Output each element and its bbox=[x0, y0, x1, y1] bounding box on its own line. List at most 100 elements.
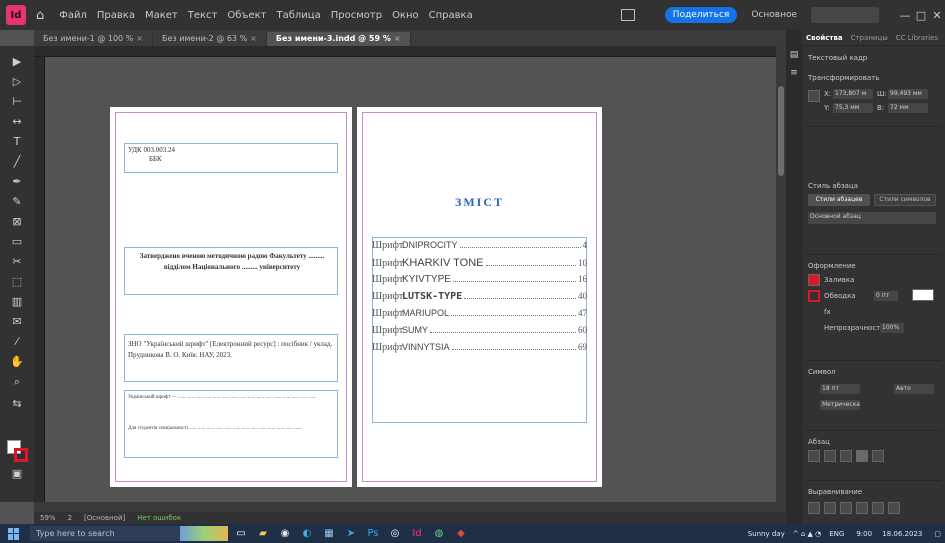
menu-table[interactable]: Таблица bbox=[272, 10, 326, 21]
tab-properties[interactable]: Свойства bbox=[802, 34, 847, 42]
udk-text-frame[interactable]: УДК 003.003.24 ББК bbox=[124, 143, 338, 173]
weather-widget[interactable]: Sunny day bbox=[744, 530, 789, 538]
hand-tool-icon[interactable]: ✋ bbox=[9, 354, 25, 370]
page-left[interactable]: УДК 003.003.24 ББК Затверджено вченою ме… bbox=[110, 107, 352, 487]
notifications-icon[interactable]: ▢ bbox=[930, 530, 945, 538]
selection-tool-icon[interactable]: ▶ bbox=[9, 54, 25, 70]
chrome-icon[interactable]: ◉ bbox=[276, 526, 294, 541]
workspace-switcher[interactable]: Основное bbox=[751, 10, 797, 20]
h-field[interactable]: 72 мм bbox=[888, 103, 928, 113]
toc-row[interactable]: Шрифт SUMY 60 bbox=[372, 325, 587, 337]
stroke-weight-field[interactable]: 0 пт bbox=[874, 291, 898, 301]
tab-cc-libraries[interactable]: CC Libraries bbox=[892, 34, 942, 42]
paragraph-styles-button[interactable]: Стили абзацев bbox=[808, 194, 870, 206]
toc-row[interactable]: Шрифт KHARKIV TONE 10 bbox=[372, 257, 587, 269]
close-icon[interactable]: × bbox=[136, 34, 143, 43]
page-number[interactable]: 2 bbox=[62, 514, 78, 522]
file-explorer-icon[interactable]: ▰ bbox=[254, 526, 272, 541]
screen-mode-icon[interactable]: ▣ bbox=[9, 466, 25, 482]
publish-button[interactable]: Поделиться bbox=[664, 7, 738, 23]
gap-tool-icon[interactable]: ↔ bbox=[9, 114, 25, 130]
justify-all-icon[interactable] bbox=[872, 450, 884, 462]
layers-panel-icon[interactable]: ≡ bbox=[789, 68, 799, 78]
language-indicator[interactable]: ENG bbox=[825, 530, 848, 538]
clock[interactable]: 9:00 18.06.2023 bbox=[848, 530, 930, 538]
close-icon[interactable]: ✕ bbox=[929, 9, 945, 22]
windows-start-icon[interactable] bbox=[8, 527, 20, 540]
align-objects-top-icon[interactable] bbox=[856, 502, 868, 514]
zoom-tool-icon[interactable]: ⌕ bbox=[9, 374, 25, 390]
pen-tool-icon[interactable]: ✒ bbox=[9, 174, 25, 190]
line-tool-icon[interactable]: ╱ bbox=[9, 154, 25, 170]
stroke-type-swatch[interactable] bbox=[912, 289, 934, 301]
stroke-color-swatch[interactable] bbox=[808, 290, 820, 302]
chat-icon[interactable]: ◍ bbox=[430, 526, 448, 541]
toc-row[interactable]: Шрифт DNIPROCITY 4 bbox=[372, 240, 587, 252]
horizontal-scrollbar[interactable] bbox=[34, 502, 786, 512]
telegram-icon[interactable]: ➤ bbox=[342, 526, 360, 541]
minimize-icon[interactable]: — bbox=[897, 9, 913, 22]
align-left-icon[interactable] bbox=[808, 450, 820, 462]
eyedropper-tool-icon[interactable]: ⁄ bbox=[9, 334, 25, 350]
abstract-text-frame[interactable]: Український шрифт — ...... ...... ......… bbox=[124, 390, 338, 458]
horizontal-ruler[interactable] bbox=[34, 46, 776, 57]
page-right[interactable]: ЗМІСТ Шрифт DNIPROCITY 4 Шрифт KHARKIV T… bbox=[357, 107, 602, 487]
pasteboard[interactable]: УДК 003.003.24 ББК Затверджено вченою ме… bbox=[45, 57, 776, 502]
store-icon[interactable]: ▦ bbox=[320, 526, 338, 541]
toc-row[interactable]: Шрифт VINNYTSIA 69 bbox=[372, 342, 587, 354]
edge-icon[interactable]: ◐ bbox=[298, 526, 316, 541]
menu-file[interactable]: Файл bbox=[54, 10, 92, 21]
align-objects-center-icon[interactable] bbox=[824, 502, 836, 514]
close-icon[interactable]: × bbox=[250, 34, 257, 43]
rectangle-tool-icon[interactable]: ▭ bbox=[9, 234, 25, 250]
vertical-ruler[interactable] bbox=[34, 57, 45, 502]
align-objects-left-icon[interactable] bbox=[808, 502, 820, 514]
menu-view[interactable]: Просмотр bbox=[326, 10, 387, 21]
default-colors-icon[interactable]: ⇆ bbox=[9, 396, 25, 412]
scissors-tool-icon[interactable]: ✂ bbox=[9, 254, 25, 270]
toc-row[interactable]: Шрифт LUTSK-TYPE 40 bbox=[372, 291, 587, 303]
tab-pages[interactable]: Страницы bbox=[847, 34, 892, 42]
justify-icon[interactable] bbox=[856, 450, 868, 462]
citation-text-frame[interactable]: ЗНО "Український шрифт" [Електронний рес… bbox=[124, 334, 338, 382]
app-icon[interactable]: ◆ bbox=[452, 526, 470, 541]
menu-edit[interactable]: Правка bbox=[92, 10, 140, 21]
menu-help[interactable]: Справка bbox=[424, 10, 478, 21]
kerning-field[interactable]: Метрическая bbox=[820, 400, 860, 410]
toc-row[interactable]: Шрифт MARIUPOL 47 bbox=[372, 308, 587, 320]
menu-object[interactable]: Объект bbox=[222, 10, 271, 21]
opacity-field[interactable]: 100% bbox=[880, 323, 904, 333]
align-objects-right-icon[interactable] bbox=[840, 502, 852, 514]
home-icon[interactable]: ⌂ bbox=[36, 8, 44, 23]
task-view-icon[interactable]: ▭ bbox=[232, 526, 250, 541]
type-tool-icon[interactable]: T bbox=[9, 134, 25, 150]
leading-field[interactable]: Авто bbox=[894, 384, 934, 394]
w-field[interactable]: 99,493 мм bbox=[888, 89, 928, 99]
note-tool-icon[interactable]: ✉ bbox=[9, 314, 25, 330]
taskbar-search-input[interactable]: Type here to search bbox=[30, 526, 180, 541]
preflight-status[interactable]: Нет ошибок bbox=[131, 514, 187, 522]
paragraph-style-dropdown[interactable]: Основной абзац bbox=[808, 212, 936, 224]
character-styles-button[interactable]: Стили символов bbox=[874, 194, 936, 206]
menu-type[interactable]: Текст bbox=[183, 10, 223, 21]
search-field[interactable] bbox=[811, 7, 879, 23]
direct-selection-tool-icon[interactable]: ▷ bbox=[9, 74, 25, 90]
share-screen-icon[interactable] bbox=[620, 9, 635, 21]
photoshop-icon[interactable]: Ps bbox=[364, 526, 382, 541]
page-tool-icon[interactable]: ⊢ bbox=[9, 94, 25, 110]
tab-document-1[interactable]: Без имени-1 @ 100 % × bbox=[34, 32, 153, 46]
zoom-level[interactable]: 59% bbox=[34, 514, 62, 522]
tray-icons[interactable]: ^ ⌂ ▲ ◔ bbox=[789, 530, 825, 538]
tab-document-2[interactable]: Без имени-2 @ 63 % × bbox=[153, 32, 267, 46]
gradient-tool-icon[interactable]: ▥ bbox=[9, 294, 25, 310]
menu-layout[interactable]: Макет bbox=[140, 10, 183, 21]
rectangle-frame-tool-icon[interactable]: ⊠ bbox=[9, 214, 25, 230]
x-field[interactable]: 173,807 м bbox=[833, 89, 873, 99]
align-right-icon[interactable] bbox=[840, 450, 852, 462]
steam-icon[interactable]: ◎ bbox=[386, 526, 404, 541]
pages-panel-icon[interactable]: ▤ bbox=[789, 50, 799, 60]
fill-color-swatch[interactable] bbox=[808, 274, 820, 286]
scrollbar-thumb[interactable] bbox=[778, 86, 784, 176]
reference-point-icon[interactable] bbox=[808, 90, 820, 102]
maximize-icon[interactable]: □ bbox=[913, 9, 929, 22]
